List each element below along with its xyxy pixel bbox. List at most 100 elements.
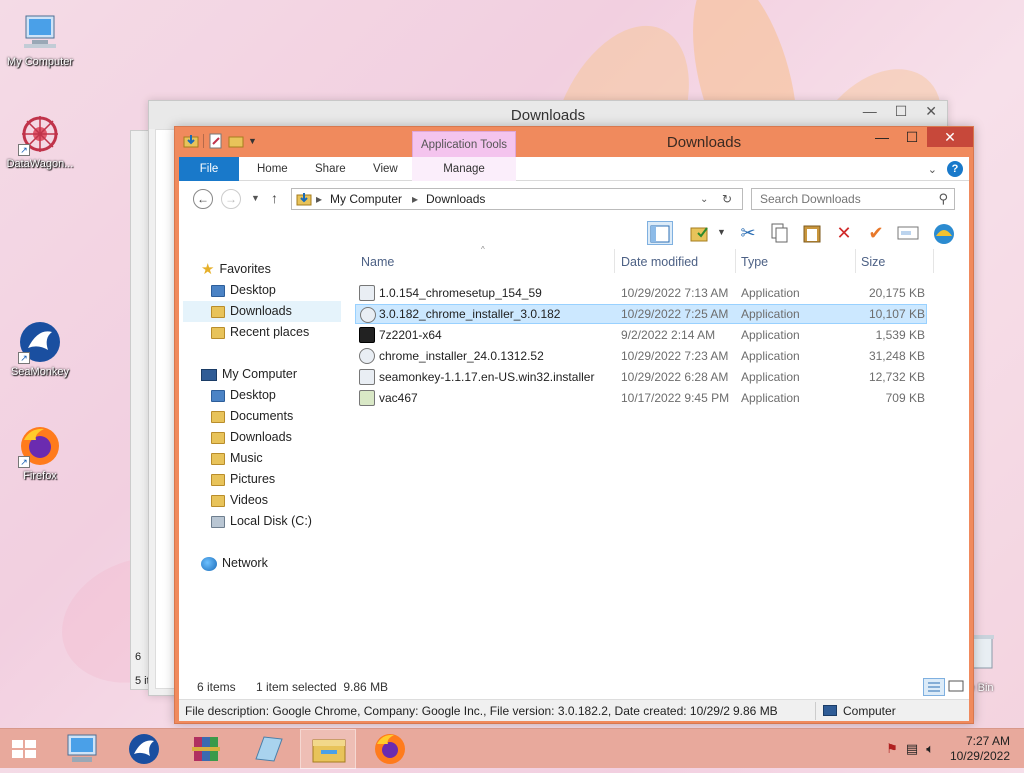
minimize-button[interactable]: —: [867, 127, 897, 147]
nav-my-computer[interactable]: My Computer: [201, 364, 297, 385]
maximize-icon[interactable]: ☐: [895, 103, 908, 120]
ribbon-expand-icon[interactable]: ⌄: [928, 163, 937, 176]
minimize-icon[interactable]: —: [863, 103, 877, 120]
nav-item-pictures[interactable]: Pictures: [211, 469, 275, 490]
folder-arrow-icon[interactable]: [183, 133, 199, 149]
nav-item-downloads[interactable]: Downloads: [211, 427, 292, 448]
search-input[interactable]: [752, 189, 922, 209]
file-row-selected[interactable]: 3.0.182_chrome_installer_3.0.182 10/29/2…: [355, 304, 927, 324]
tab-manage[interactable]: Manage: [412, 157, 516, 181]
desktop-icon-firefox[interactable]: ↗ Firefox: [0, 424, 80, 482]
nav-item-desktop[interactable]: Desktop: [211, 280, 276, 301]
nav-item-music[interactable]: Music: [211, 448, 263, 469]
column-header-size[interactable]: Size: [861, 255, 885, 269]
file-type: Application: [741, 307, 800, 321]
file-name: vac467: [379, 391, 418, 405]
nav-label: My Computer: [222, 367, 298, 381]
search-box[interactable]: ⚲: [751, 188, 955, 210]
main-content: ★ Favorites Desktop Downloads Recent pla…: [179, 245, 969, 675]
nav-item-desktop[interactable]: Desktop: [211, 385, 276, 406]
file-row[interactable]: chrome_installer_24.0.1312.52 10/29/2022…: [355, 346, 927, 366]
datawagon-icon: ↗: [18, 112, 62, 156]
details-view-icon[interactable]: [923, 678, 945, 696]
taskbar-my-computer[interactable]: [54, 729, 110, 769]
file-name: chrome_installer_24.0.1312.52: [379, 349, 544, 363]
properties-icon[interactable]: [208, 133, 224, 149]
cut-icon[interactable]: ✂: [735, 221, 761, 245]
sort-arrow-icon: ^: [481, 245, 485, 254]
taskbar-winrar[interactable]: [178, 729, 234, 769]
recent-places-icon: [211, 326, 225, 339]
breadcrumb-item[interactable]: My Computer: [330, 192, 402, 206]
breadcrumb-item[interactable]: Downloads: [426, 192, 485, 206]
address-dropdown-icon[interactable]: ⌄: [700, 194, 708, 205]
column-header-name[interactable]: Name: [361, 255, 394, 269]
taskbar: ⚑ ▤ 🔈︎ 7:27 AM 10/29/2022: [0, 728, 1024, 769]
start-button[interactable]: [0, 729, 48, 769]
file-date: 10/29/2022 7:13 AM: [621, 286, 729, 300]
refresh-icon[interactable]: ↻: [722, 192, 732, 206]
taskbar-notepad[interactable]: [240, 729, 296, 769]
rename-icon[interactable]: [895, 221, 921, 245]
tab-share[interactable]: Share: [305, 157, 356, 181]
file-size-detail: 9.86 MB: [733, 704, 778, 718]
system-clock[interactable]: 7:27 AM 10/29/2022: [950, 734, 1010, 764]
checkmark-icon[interactable]: ✔: [863, 221, 889, 245]
delete-icon[interactable]: ✕: [831, 221, 857, 245]
network-shell-icon[interactable]: [931, 221, 957, 245]
nav-item-downloads[interactable]: Downloads: [183, 301, 341, 322]
taskbar-firefox[interactable]: [362, 729, 418, 769]
back-button[interactable]: ←: [193, 189, 213, 209]
column-divider[interactable]: [855, 249, 856, 273]
nav-network[interactable]: Network: [201, 553, 268, 574]
paste-icon[interactable]: [799, 221, 825, 245]
desktop-icon-my-computer[interactable]: My Computer: [0, 10, 80, 68]
file-row[interactable]: vac467 10/17/2022 9:45 PM Application 70…: [355, 388, 927, 408]
command-toolbar: ▼ ✂ ✕ ✔: [179, 217, 969, 249]
explorer-window[interactable]: ▼ Application Tools Downloads — ☐ ✕ File…: [174, 126, 974, 724]
folder-options-icon[interactable]: [687, 221, 713, 245]
file-name: 1.0.154_chromesetup_154_59: [379, 286, 542, 300]
file-row[interactable]: 7z2201-x64 9/2/2022 2:14 AM Application …: [355, 325, 927, 345]
chevron-down-icon[interactable]: ▼: [248, 136, 257, 146]
shortcut-arrow-icon: ↗: [18, 352, 30, 364]
desktop-icon-seamonkey[interactable]: ↗ SeaMonkey: [0, 320, 80, 378]
preview-pane-icon[interactable]: [647, 221, 673, 245]
column-divider[interactable]: [614, 249, 615, 273]
recent-locations-icon[interactable]: ▼: [251, 193, 260, 203]
nav-item-videos[interactable]: Videos: [211, 490, 268, 511]
forward-button[interactable]: →: [221, 189, 241, 209]
address-bar[interactable]: ▸ My Computer ▸ Downloads ⌄ ↻: [291, 188, 743, 210]
taskbar-file-explorer[interactable]: [300, 729, 356, 769]
chevron-down-icon[interactable]: ▼: [717, 227, 726, 237]
column-divider[interactable]: [735, 249, 736, 273]
column-header-type[interactable]: Type: [741, 255, 768, 269]
nav-item-local-disk[interactable]: Local Disk (C:): [211, 511, 312, 532]
file-row[interactable]: seamonkey-1.1.17.en-US.win32.installer 1…: [355, 367, 927, 387]
nav-favorites[interactable]: ★ Favorites: [201, 259, 271, 280]
file-row[interactable]: 1.0.154_chromesetup_154_59 10/29/2022 7:…: [355, 283, 927, 303]
tab-file[interactable]: File: [179, 157, 239, 181]
nav-item-recent-places[interactable]: Recent places: [211, 322, 309, 343]
help-icon[interactable]: ?: [947, 161, 963, 177]
new-folder-icon[interactable]: [228, 133, 244, 149]
nav-item-documents[interactable]: Documents: [211, 406, 293, 427]
maximize-button[interactable]: ☐: [897, 127, 927, 147]
taskbar-seamonkey[interactable]: [116, 729, 172, 769]
close-icon[interactable]: ✕: [925, 103, 937, 120]
copy-icon[interactable]: [767, 221, 793, 245]
column-header-date[interactable]: Date modified: [621, 255, 698, 269]
action-center-flag-icon[interactable]: ⚑: [886, 741, 898, 757]
close-button[interactable]: ✕: [927, 127, 973, 147]
volume-icon[interactable]: 🔈︎: [926, 741, 934, 757]
network-status-icon[interactable]: ▤: [906, 741, 918, 757]
desktop-icon-datawagon[interactable]: ↗ DataWagon...: [0, 112, 80, 170]
tab-home[interactable]: Home: [247, 157, 298, 181]
large-icons-view-icon[interactable]: [947, 678, 967, 696]
tab-view[interactable]: View: [363, 157, 408, 181]
up-arrow-icon[interactable]: ↑: [271, 190, 278, 206]
firefox-icon: ↗: [18, 424, 62, 468]
search-icon[interactable]: ⚲: [938, 191, 948, 207]
nav-label: Music: [230, 451, 263, 465]
column-divider[interactable]: [933, 249, 934, 273]
